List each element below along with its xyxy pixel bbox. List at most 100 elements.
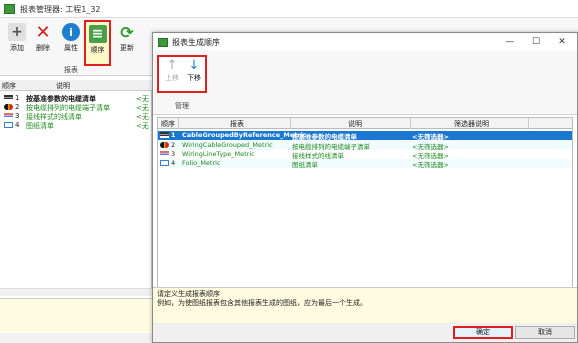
- row-filter: <无筛选器>: [412, 152, 449, 159]
- row-filter-truncated: <无: [136, 104, 149, 111]
- order-button[interactable]: ≡ 顺序: [84, 20, 111, 66]
- update-label: 更新: [120, 44, 134, 52]
- row-filter: <无筛选器>: [412, 133, 449, 140]
- table-row[interactable]: 4 Folio_Metric 图纸清单 <无筛选器>: [158, 159, 572, 168]
- refresh-icon: ⟳: [120, 22, 134, 42]
- dialog-description-area: 请定义生成报表顺序 例如，为使图纸报表包含其他报表生成的图纸，应为最后一个生成。: [153, 287, 577, 323]
- wiring-icon: [4, 113, 13, 119]
- properties-label: 属性: [64, 44, 78, 52]
- row-description: 按基准参数的电缆清单: [292, 133, 357, 140]
- main-title-bar: 报表管理器: 工程1_32: [0, 0, 578, 18]
- move-down-button[interactable]: ↓ 下移: [183, 59, 205, 89]
- row-number: 1: [15, 94, 20, 102]
- left-description-area: [0, 298, 152, 332]
- row-number: 4: [171, 159, 176, 167]
- add-icon: +: [8, 23, 26, 41]
- report-order-dialog: 报表生成顺序 — ☐ ✕ ↑ 上移 ↓ 下移 管理 顺序 报表 说明 筛选器说明…: [152, 32, 578, 343]
- row-filter-truncated: <无: [136, 113, 149, 120]
- main-window-title: 报表管理器: 工程1_32: [20, 5, 101, 14]
- row-report: CableGroupedByReference_Metric: [182, 131, 307, 139]
- order-icon: ≡: [88, 25, 107, 43]
- list-item[interactable]: 1 按基准参数的电缆清单 <无: [0, 94, 152, 102]
- cancel-button[interactable]: 取消: [515, 326, 575, 339]
- report-list-panel: 顺序 说明 1 按基准参数的电缆清单 <无 2 按电缆排列的电缆端子清单 <无 …: [0, 80, 152, 292]
- left-horizontal-scrollbar[interactable]: [0, 288, 152, 296]
- move-down-label: 下移: [187, 74, 201, 82]
- row-filter: <无筛选器>: [412, 161, 449, 168]
- ribbon-group-label: 报表: [64, 66, 78, 74]
- row-report: WiringLineType_Metric: [182, 150, 255, 158]
- row-filter: <无筛选器>: [412, 143, 449, 150]
- add-label: 添加: [10, 44, 24, 52]
- delete-icon: ✕: [35, 21, 51, 43]
- dialog-title-bar: 报表生成顺序 — ☐ ✕: [153, 33, 577, 51]
- dialog-footer: 确定 取消: [153, 323, 577, 342]
- close-button[interactable]: ✕: [551, 35, 573, 49]
- info-icon: i: [62, 23, 80, 41]
- dialog-ribbon: ↑ 上移 ↓ 下移 管理: [153, 51, 577, 115]
- bold-list-icon: [160, 132, 169, 138]
- manage-group-label: 管理: [175, 102, 189, 110]
- list-item[interactable]: 3 接线样式的线清单 <无: [0, 112, 152, 120]
- report-order-grid: 顺序 报表 说明 筛选器说明 1 CableGroupedByReference…: [157, 117, 573, 293]
- arrow-up-icon: ↑: [166, 58, 178, 73]
- report-manager-window: 报表管理器: 工程1_32 + 添加 ✕ 删除 i 属性 ≡ 顺序 ⟳ 更新 报…: [0, 0, 578, 343]
- arrow-down-icon: ↓: [188, 58, 200, 73]
- row-number: 4: [15, 121, 20, 129]
- list-item[interactable]: 4 图纸清单 <无: [0, 121, 152, 129]
- row-number: 3: [15, 112, 20, 120]
- row-description: 接线样式的线清单: [292, 152, 344, 159]
- dialog-title: 报表生成顺序: [172, 38, 220, 47]
- dialog-app-icon: [158, 38, 168, 47]
- report-list-header: 顺序 说明: [0, 80, 152, 91]
- table-row[interactable]: 2 WiringCableGrouped_Metric 按电缆排列的电缆端子清单…: [158, 141, 572, 150]
- description-line-1: 请定义生成报表顺序: [157, 290, 220, 298]
- grid-header: 顺序 报表 说明 筛选器说明: [158, 118, 572, 129]
- column-header-description: 说明: [56, 82, 70, 90]
- move-up-label: 上移: [165, 74, 179, 82]
- column-header-report: 报表: [230, 120, 244, 128]
- row-filter-truncated: <无: [136, 95, 149, 102]
- table-row[interactable]: 1 CableGroupedByReference_Metric 按基准参数的电…: [158, 131, 572, 140]
- description-line-2: 例如，为使图纸报表包含其他报表生成的图纸，应为最后一个生成。: [157, 299, 367, 307]
- list-item[interactable]: 2 按电缆排列的电缆端子清单 <无: [0, 103, 152, 111]
- row-description: 按基准参数的电缆清单: [26, 95, 96, 102]
- properties-button[interactable]: i 属性: [58, 20, 84, 64]
- update-button[interactable]: ⟳ 更新: [114, 20, 140, 64]
- row-number: 3: [171, 150, 176, 158]
- cable-icon: [160, 142, 169, 148]
- row-description: 按电缆排列的电缆端子清单: [26, 104, 110, 111]
- row-description: 按电缆排列的电缆端子清单: [292, 143, 370, 150]
- row-report: WiringCableGrouped_Metric: [182, 141, 273, 149]
- bold-list-icon: [4, 95, 13, 101]
- move-up-button[interactable]: ↑ 上移: [161, 59, 183, 89]
- row-number: 1: [171, 131, 176, 139]
- table-row[interactable]: 3 WiringLineType_Metric 接线样式的线清单 <无筛选器>: [158, 150, 572, 159]
- ok-button[interactable]: 确定: [453, 326, 513, 339]
- add-button[interactable]: + 添加: [4, 20, 30, 64]
- wiring-icon: [160, 151, 169, 157]
- delete-label: 删除: [36, 44, 50, 52]
- app-icon: [4, 4, 15, 14]
- column-divider[interactable]: [410, 118, 411, 129]
- folio-icon: [4, 122, 13, 128]
- column-header-description: 说明: [348, 120, 362, 128]
- cable-icon: [4, 104, 13, 110]
- row-filter-truncated: <无: [136, 122, 149, 129]
- order-label: 顺序: [90, 46, 105, 54]
- column-divider[interactable]: [528, 118, 529, 129]
- row-number: 2: [171, 141, 176, 149]
- column-divider[interactable]: [290, 118, 291, 129]
- row-number: 2: [15, 103, 20, 111]
- maximize-button[interactable]: ☐: [525, 35, 547, 49]
- column-header-filter: 筛选器说明: [454, 120, 489, 128]
- folio-icon: [160, 160, 169, 166]
- row-description: 接线样式的线清单: [26, 113, 82, 120]
- row-description: 图纸清单: [26, 122, 54, 129]
- column-divider[interactable]: [178, 118, 179, 129]
- row-report: Folio_Metric: [182, 159, 221, 167]
- move-buttons-group: ↑ 上移 ↓ 下移: [157, 55, 207, 93]
- column-header-order: 顺序: [2, 82, 16, 90]
- minimize-button[interactable]: —: [499, 35, 521, 49]
- delete-button[interactable]: ✕ 删除: [30, 20, 56, 64]
